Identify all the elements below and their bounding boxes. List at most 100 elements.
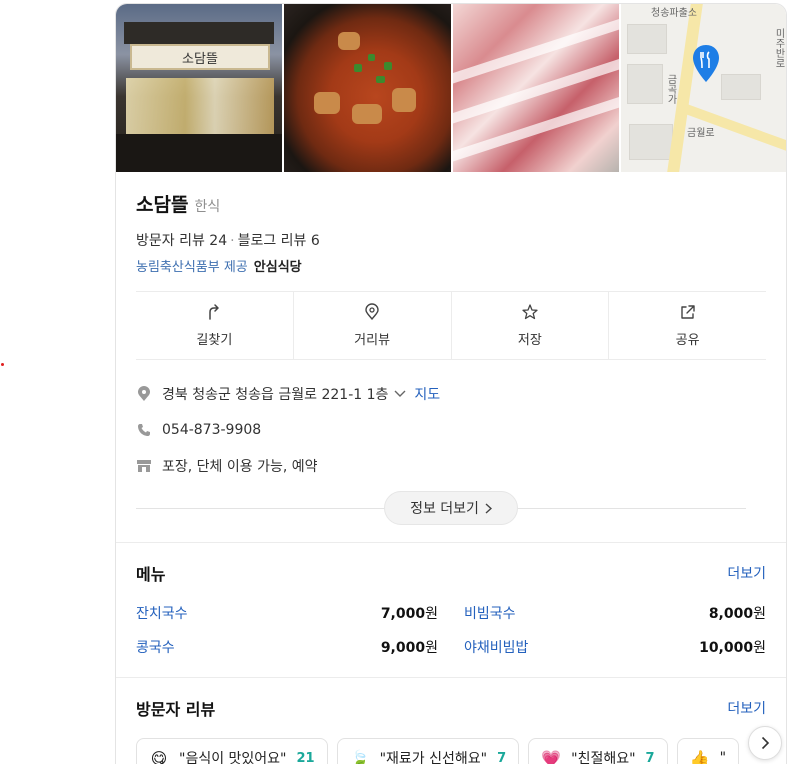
menu-item-price: 7,000원: [380, 606, 438, 622]
place-name[interactable]: 소담뜰: [136, 190, 188, 217]
menu-item-price: 9,000원: [380, 640, 438, 656]
map-block: [629, 124, 673, 160]
menu-more-link[interactable]: 더보기: [727, 563, 766, 583]
yummy-emoji-icon: 😋: [150, 748, 168, 764]
heart-emoji-icon: 💗: [541, 748, 562, 764]
menu-section: 메뉴 더보기 잔치국수 7,000원 비빔국수 8,000원 콩국수 9,000…: [116, 543, 786, 657]
share-label: 공유: [675, 333, 700, 348]
stew-chunk: [338, 32, 360, 50]
scallion: [354, 64, 362, 72]
place-card: 소담뜰 청송파출소 금월로 금곡가 미주반로 소담뜰 한식 방문자 리뷰 24 …: [115, 3, 787, 764]
menu-grid: 잔치국수 7,000원 비빔국수 8,000원 콩국수 9,000원 야채비빔밥…: [136, 603, 766, 657]
stew-chunk: [352, 104, 382, 124]
safe-restaurant-badge: 안심식당: [253, 260, 302, 275]
street-view-label: 거리뷰: [354, 333, 391, 348]
store-icon: [136, 458, 152, 474]
more-info-button[interactable]: 정보 더보기: [384, 491, 518, 525]
address-text[interactable]: 경북 청송군 청송읍 금월로 221-1 1층: [162, 384, 388, 404]
review-chip-text: "친절해요": [571, 751, 636, 764]
next-chips-button[interactable]: [748, 726, 782, 760]
menu-item-name[interactable]: 잔치국수: [136, 603, 188, 623]
chevron-down-icon[interactable]: [394, 386, 406, 402]
photo-stew[interactable]: [284, 4, 451, 172]
scallion: [368, 54, 375, 61]
map-label-road: 금월로: [687, 128, 715, 139]
menu-title: 메뉴: [136, 565, 166, 584]
visitor-review-title: 방문자 리뷰: [136, 700, 216, 719]
store-sign: 소담뜰: [130, 44, 270, 70]
menu-item: 비빔국수 8,000원: [464, 603, 766, 623]
map-label-right: 미주반로: [773, 28, 784, 68]
phone-number[interactable]: 054-873-9908: [162, 422, 261, 438]
map-label-police: 청송파출소: [651, 8, 697, 19]
photo-storefront[interactable]: 소담뜰: [116, 4, 282, 172]
fat-stripe: [453, 50, 619, 128]
menu-item: 콩국수 9,000원: [136, 637, 438, 657]
fat-stripe: [453, 88, 619, 166]
menu-item: 야채비빔밥 10,000원: [464, 637, 766, 657]
review-chip-text: "음식이 맛있어요": [179, 751, 287, 764]
review-chip[interactable]: 🍃 "재료가 신선해요" 7: [336, 738, 520, 764]
red-dot-marker: [1, 363, 4, 366]
visitor-review-count[interactable]: 방문자 리뷰 24: [136, 233, 227, 249]
map-label-side: 금곡가: [665, 74, 676, 104]
review-chip[interactable]: 💗 "친절해요" 7: [528, 738, 668, 764]
review-chip-count: 21: [296, 750, 315, 764]
review-chip-count: 7: [645, 750, 655, 764]
map-pin-icon: [693, 45, 719, 82]
shopfront-light: [126, 78, 274, 134]
review-chip-text: ": [719, 750, 727, 764]
review-chip-count: 7: [497, 750, 507, 764]
directions-label: 길찾기: [196, 333, 233, 348]
separator-dot: ·: [230, 233, 235, 249]
certification: 농림축산식품부 제공 안심식당: [136, 256, 766, 275]
chevron-right-icon: [761, 736, 769, 750]
cert-provider[interactable]: 농림축산식품부 제공: [136, 256, 248, 275]
more-info-wrap: 정보 더보기: [136, 488, 766, 540]
review-chip[interactable]: 😋 "음식이 맛있어요" 21: [136, 738, 328, 764]
street-view-icon: [365, 303, 379, 321]
star-icon: [522, 304, 538, 320]
stew-chunk: [314, 92, 340, 114]
leaf-emoji-icon: 🍃: [349, 748, 370, 764]
directions-icon: [209, 304, 220, 320]
location-icon: [136, 386, 152, 402]
map-link[interactable]: 지도: [414, 384, 440, 404]
address-row: 경북 청송군 청송읍 금월로 221-1 1층 지도: [136, 376, 766, 412]
photo-map[interactable]: 청송파출소 금월로 금곡가 미주반로: [621, 4, 786, 172]
menu-item-price: 8,000원: [708, 606, 766, 622]
map-block: [627, 24, 667, 54]
share-icon: [680, 305, 695, 319]
directions-button[interactable]: 길찾기: [136, 292, 294, 359]
street-view-button[interactable]: 거리뷰: [294, 292, 452, 359]
map-block: [721, 74, 761, 100]
action-bar: 길찾기 거리뷰 저장 공유: [136, 291, 766, 360]
scallion: [384, 62, 392, 70]
review-summary: 방문자 리뷰 24 · 블로그 리뷰 6: [136, 230, 766, 250]
menu-item-name[interactable]: 야채비빔밥: [464, 637, 528, 657]
photo-pork-slices[interactable]: [453, 4, 619, 172]
review-more-link[interactable]: 더보기: [727, 698, 766, 718]
menu-item-price: 10,000원: [699, 640, 766, 656]
phone-icon: [136, 422, 152, 438]
menu-item-name[interactable]: 비빔국수: [464, 603, 516, 623]
save-button[interactable]: 저장: [452, 292, 610, 359]
stew-chunk: [392, 88, 416, 112]
review-chip[interactable]: 👍 ": [676, 738, 740, 764]
amenities-row: 포장, 단체 이용 가능, 예약: [136, 448, 766, 484]
thumbs-up-emoji-icon: 👍: [689, 748, 710, 764]
roof-shape: [124, 22, 274, 44]
phone-row: 054-873-9908: [136, 412, 766, 448]
menu-item: 잔치국수 7,000원: [136, 603, 438, 623]
review-chips: 😋 "음식이 맛있어요" 21 🍃 "재료가 신선해요" 7 💗 "친절해요" …: [136, 738, 766, 764]
place-category: 한식: [194, 199, 221, 215]
more-info-label: 정보 더보기: [410, 501, 479, 517]
chevron-right-icon: [485, 502, 492, 514]
blog-review-count[interactable]: 블로그 리뷰 6: [238, 233, 320, 249]
visitor-review-section: 방문자 리뷰 더보기 😋 "음식이 맛있어요" 21 🍃 "재료가 신선해요" …: [116, 678, 786, 764]
scallion: [376, 76, 385, 83]
info-section: 경북 청송군 청송읍 금월로 221-1 1층 지도 054-873-9908 …: [116, 360, 786, 540]
menu-item-name[interactable]: 콩국수: [136, 637, 175, 657]
amenities-text: 포장, 단체 이용 가능, 예약: [162, 459, 318, 475]
share-button[interactable]: 공유: [609, 292, 766, 359]
